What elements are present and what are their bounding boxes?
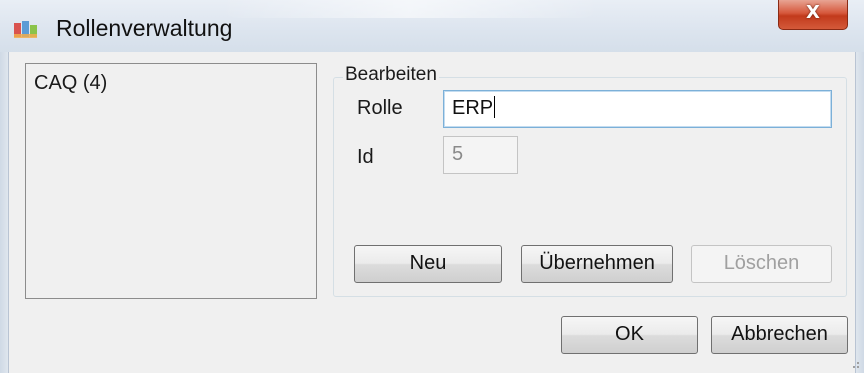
- id-input-readonly: 5: [443, 136, 518, 174]
- window-frame-right: [856, 52, 864, 373]
- rolle-label: Rolle: [357, 97, 403, 119]
- close-icon: X: [806, 2, 820, 23]
- resize-grip-icon[interactable]: [848, 357, 860, 369]
- title-bar-glass: [220, 0, 600, 18]
- title-bar[interactable]: Rollenverwaltung X: [0, 0, 864, 52]
- close-button[interactable]: X: [778, 0, 848, 30]
- ok-button[interactable]: OK: [561, 316, 698, 354]
- cancel-button[interactable]: Abbrechen: [711, 316, 848, 354]
- rolle-input-value: ERP: [452, 97, 494, 119]
- new-button[interactable]: Neu: [354, 245, 502, 283]
- window-title: Rollenverwaltung: [56, 15, 233, 41]
- delete-button-disabled: Löschen: [691, 245, 832, 283]
- list-item[interactable]: CAQ (4): [34, 72, 107, 95]
- app-icon: [14, 21, 37, 38]
- rolle-input[interactable]: ERP: [443, 90, 832, 128]
- window-frame-left: [0, 52, 8, 373]
- roles-listbox[interactable]: CAQ (4): [25, 63, 317, 299]
- text-caret: [494, 96, 496, 119]
- groupbox-legend: Bearbeiten: [343, 64, 439, 86]
- id-label: Id: [357, 146, 374, 168]
- id-input-value: 5: [452, 143, 464, 165]
- apply-button[interactable]: Übernehmen: [521, 245, 673, 283]
